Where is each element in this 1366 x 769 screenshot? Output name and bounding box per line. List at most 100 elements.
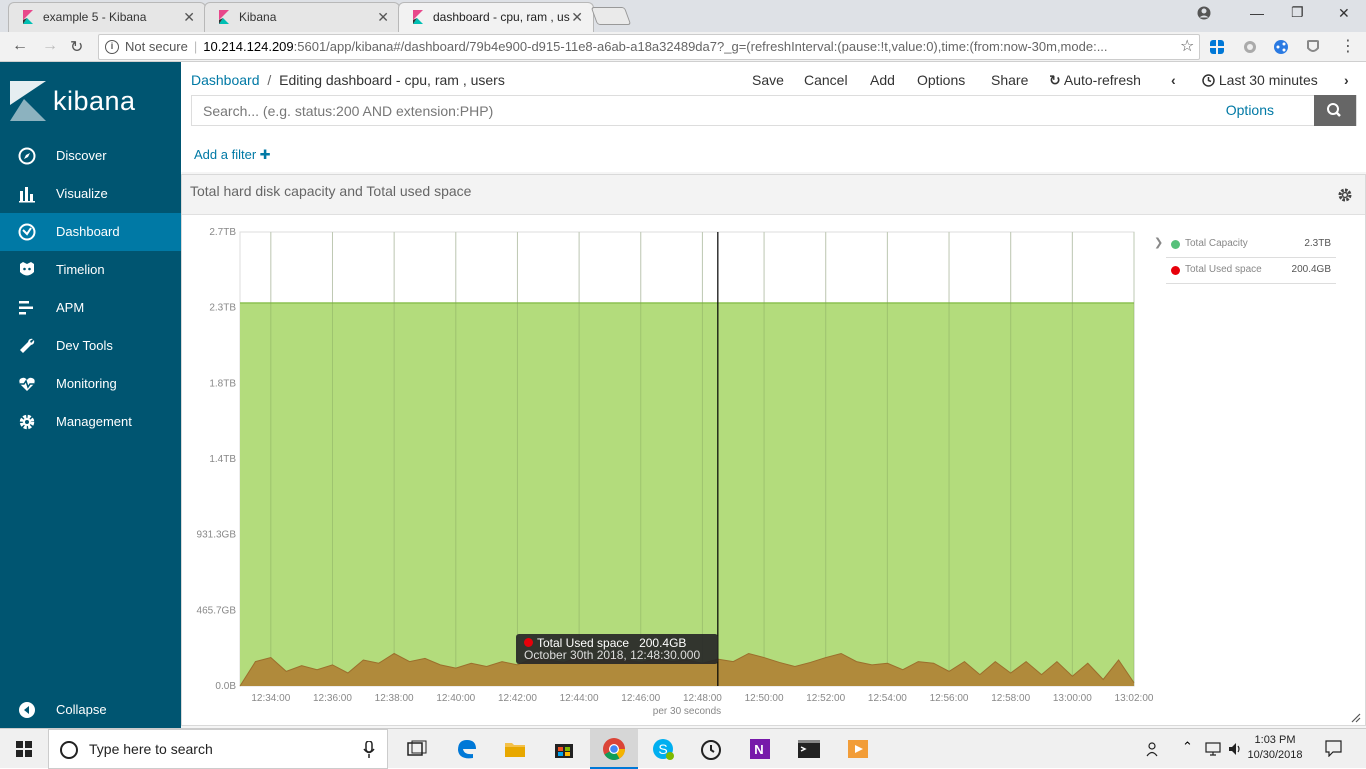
breadcrumb-current: Editing dashboard - cpu, ram , users [279,72,505,88]
time-back-chevron-icon[interactable]: ‹ [1171,72,1176,88]
y-tick-label: 931.3GB [197,530,237,541]
taskbar-clock[interactable]: 1:03 PM 10/30/2018 [1242,733,1308,763]
search-button[interactable] [1314,95,1356,126]
windows-extension-icon[interactable] [1210,40,1224,54]
x-tick-label: 12:46:00 [621,693,660,704]
onenote-icon[interactable]: N [748,737,772,761]
tab-title: dashboard - cpu, ram , us [433,10,570,24]
command-prompt-icon[interactable] [797,737,821,761]
query-bar: Options [191,95,1357,126]
bar-chart-icon [19,187,35,203]
sidebar-item-management[interactable]: Management [0,403,181,441]
panel-resize-handle-icon[interactable] [1350,712,1362,724]
time-picker-button[interactable]: Last 30 minutes [1202,72,1318,88]
file-explorer-icon[interactable] [503,737,527,761]
reload-icon[interactable]: ↻ [70,37,83,57]
back-arrow-icon[interactable]: ← [12,37,28,55]
clock-icon [1202,74,1215,87]
address-bar[interactable]: i Not secure | 10.214.124.209:5601/app/kib… [98,34,1200,60]
kibana-sidebar: kibana Discover Visualize Dashboard Time… [0,62,181,728]
cancel-button[interactable]: Cancel [804,72,848,88]
breadcrumb-separator: / [267,72,272,88]
profile-icon[interactable] [1197,6,1211,20]
dashboard-icon [18,223,36,241]
shield-extension-icon[interactable] [1306,40,1320,54]
collapse-arrow-icon [19,702,35,718]
chart-tooltip: Total Used space 200.4GB October 30th 201… [516,634,718,664]
x-tick-label: 12:48:00 [683,693,722,704]
apm-icon [19,301,33,315]
close-tab-icon[interactable]: ✕ [571,3,583,31]
new-tab-button[interactable] [590,7,632,25]
forward-arrow-icon[interactable]: → [42,37,58,55]
search-input[interactable] [192,96,1317,125]
people-icon[interactable] [1146,741,1162,757]
action-center-icon[interactable] [1325,740,1342,757]
bookmark-star-icon[interactable]: ☆ [1180,36,1194,56]
task-view-icon[interactable] [404,737,428,761]
media-player-icon[interactable] [846,737,870,761]
windows-start-icon[interactable] [0,729,48,769]
chrome-icon[interactable] [602,737,626,761]
x-tick-label: 13:02:00 [1115,693,1154,704]
sidebar-item-timelion[interactable]: Timelion [0,251,181,289]
menu-icon[interactable]: ⋮ [1340,36,1356,56]
breadcrumb-dashboard-link[interactable]: Dashboard [191,72,260,88]
legend-value: 200.4GB [1291,264,1331,275]
extension-circle-icon[interactable] [1243,40,1257,54]
browser-tab[interactable]: Kibana ✕ [204,2,400,32]
share-extension-icon[interactable] [1274,40,1288,54]
x-tick-label: 12:42:00 [498,693,537,704]
sidebar-item-visualize[interactable]: Visualize [0,175,181,213]
tray-up-chevron-icon[interactable]: ⌃ [1182,739,1193,755]
x-tick-label: 12:54:00 [868,693,907,704]
browser-tab-active[interactable]: dashboard - cpu, ram , us ✕ [398,2,594,33]
kibana-favicon-icon [219,10,229,24]
x-tick-label: 13:00:00 [1053,693,1092,704]
browser-tab[interactable]: example 5 - Kibana ✕ [8,2,206,32]
save-button[interactable]: Save [752,72,784,88]
sidebar-collapse-button[interactable]: Collapse [0,692,181,728]
legend-entry[interactable]: Total Capacity 2.3TB [1166,232,1336,258]
legend-toggle-chevron-icon[interactable]: ❯ [1154,236,1163,249]
close-window-icon[interactable]: ✕ [1338,5,1350,22]
sidebar-item-discover[interactable]: Discover [0,137,181,175]
microphone-icon[interactable] [363,741,375,759]
sidebar-item-dev-tools[interactable]: Dev Tools [0,327,181,365]
x-tick-label: 12:40:00 [436,693,475,704]
maximize-window-icon[interactable]: ❐ [1291,4,1304,21]
close-tab-icon[interactable]: ✕ [183,3,195,31]
legend-label: Total Used space [1185,264,1262,275]
skype-icon[interactable]: S [651,737,675,761]
options-button[interactable]: Options [917,72,965,88]
add-filter-button[interactable]: Add a filter ✚ [194,147,271,163]
sidebar-item-dashboard[interactable]: Dashboard [0,213,181,251]
add-button[interactable]: Add [870,72,895,88]
sidebar-item-label: APM [56,300,85,315]
store-icon[interactable] [552,737,576,761]
panel-gear-icon[interactable] [1337,187,1353,203]
share-button[interactable]: Share [991,72,1028,88]
edge-browser-icon[interactable] [455,737,479,761]
panel-title: Total hard disk capacity and Total used … [190,183,472,199]
x-tick-label: 12:38:00 [375,693,414,704]
y-tick-label: 0.0B [215,681,236,692]
legend-entry[interactable]: Total Used space 200.4GB [1166,258,1336,284]
info-icon[interactable]: i [105,40,119,54]
network-icon[interactable] [1205,741,1221,757]
sidebar-item-apm[interactable]: APM [0,289,181,327]
clock-time: 1:03 PM [1254,734,1296,746]
sidebar-item-label: Management [56,414,132,429]
minimize-window-icon[interactable]: — [1250,5,1264,21]
tab-title: example 5 - Kibana [43,10,147,24]
search-options-link[interactable]: Options [1226,102,1274,118]
volume-icon[interactable] [1227,741,1243,757]
auto-refresh-button[interactable]: ↻ Auto-refresh [1049,72,1141,89]
close-tab-icon[interactable]: ✕ [377,3,389,31]
browser-toolbar: ← → ↻ i Not secure | 10.214.124.209:5601/a… [0,32,1366,62]
time-forward-chevron-icon[interactable]: › [1344,72,1349,88]
search-icon [1327,103,1341,117]
alarm-clock-icon[interactable] [699,737,723,761]
taskbar-search-box[interactable]: Type here to search [48,729,388,769]
sidebar-item-monitoring[interactable]: Monitoring [0,365,181,403]
